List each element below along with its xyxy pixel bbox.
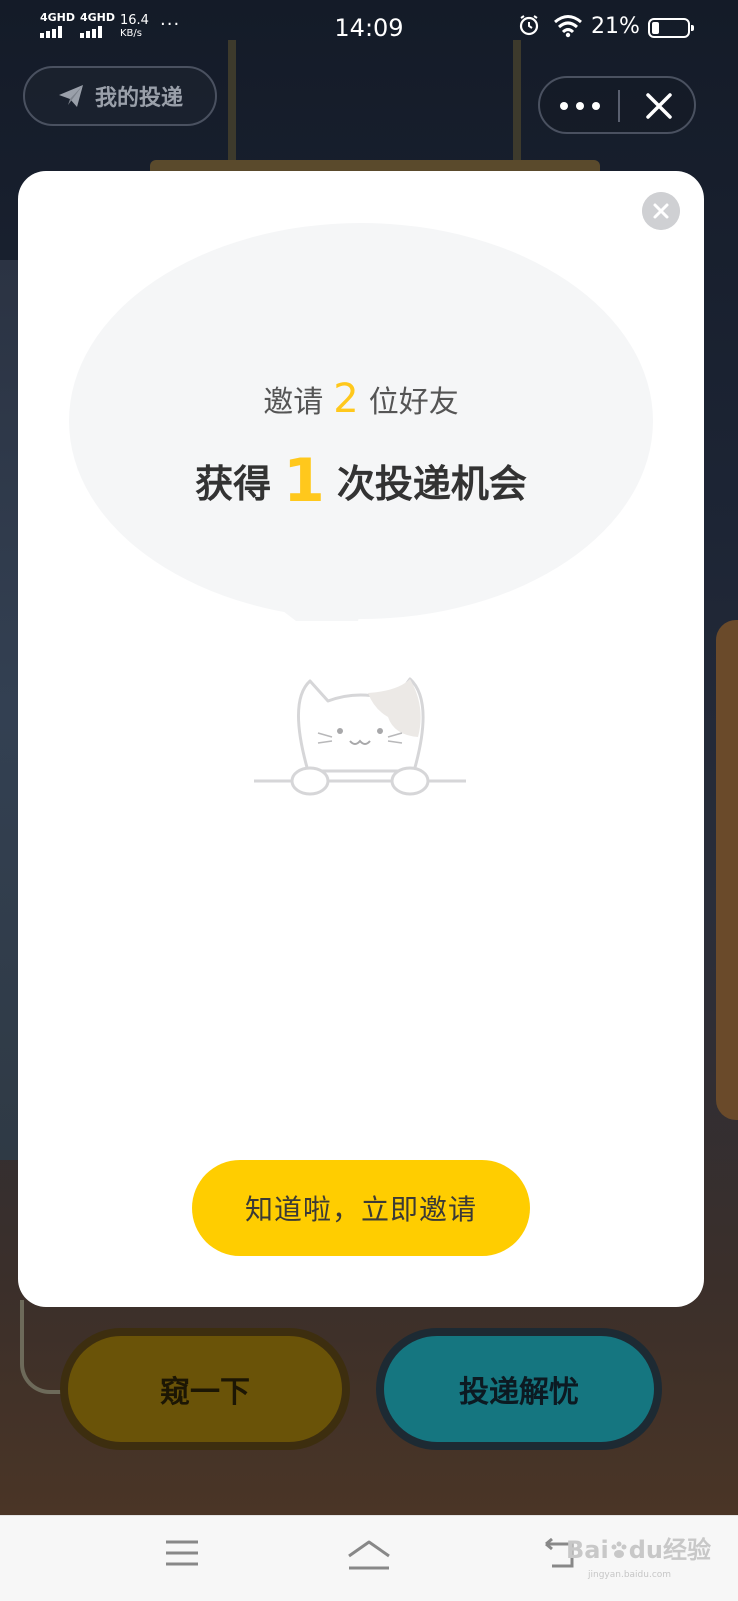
reward-text: 获得 1 次投递机会 <box>18 446 704 516</box>
watermark-brand: Bai <box>566 1536 609 1564</box>
battery-level <box>652 22 659 34</box>
invite-suffix: 位好友 <box>368 385 459 420</box>
background-object <box>716 620 738 1120</box>
reward-prefix: 获得 <box>195 462 272 506</box>
invite-prefix: 邀请 <box>263 385 324 420</box>
wifi-icon <box>554 15 582 38</box>
mini-program-capsule <box>538 76 696 134</box>
watermark-brand: du <box>628 1536 663 1564</box>
my-deliveries-button[interactable]: 我的投递 <box>23 66 217 126</box>
paper-plane-icon <box>58 85 83 107</box>
paw-icon <box>611 1541 627 1558</box>
watermark-brand: 经验 <box>662 1536 711 1564</box>
background-cable <box>20 1300 64 1394</box>
baidu-watermark: Bai du经验 jingyan.baidu.com <box>566 1530 726 1580</box>
alarm-icon <box>519 15 539 36</box>
invite-dialog: 邀请 2 位好友 获得 1 次投递机会 知道啦，立即邀请 <box>18 171 704 1307</box>
my-deliveries-label: 我的投递 <box>94 86 183 111</box>
invite-requirement-text: 邀请 2 位好友 <box>18 376 704 422</box>
battery-percent: 21% <box>591 14 640 39</box>
friend-count: 2 <box>333 376 359 422</box>
reward-suffix: 次投递机会 <box>336 462 527 506</box>
watermark-domain: jingyan.baidu.com <box>588 1570 672 1580</box>
post-worry-button[interactable]: 投递解忧 <box>376 1328 662 1450</box>
peek-button[interactable]: 窥一下 <box>60 1328 350 1450</box>
battery-icon <box>648 18 694 38</box>
cat-illustration <box>254 677 466 796</box>
capsule-divider <box>618 90 620 122</box>
background-post <box>228 40 236 180</box>
status-bar: 4GHD 4GHD 16.4 KB/s ··· 14:09 21% <box>0 0 738 58</box>
home-icon[interactable] <box>345 1538 393 1572</box>
more-options-button[interactable] <box>560 94 600 118</box>
close-mini-program-button[interactable] <box>644 91 674 121</box>
background-post <box>513 40 521 180</box>
chance-count: 1 <box>283 446 325 516</box>
invite-now-button[interactable]: 知道啦，立即邀请 <box>192 1160 530 1256</box>
menu-icon[interactable] <box>164 1538 200 1568</box>
